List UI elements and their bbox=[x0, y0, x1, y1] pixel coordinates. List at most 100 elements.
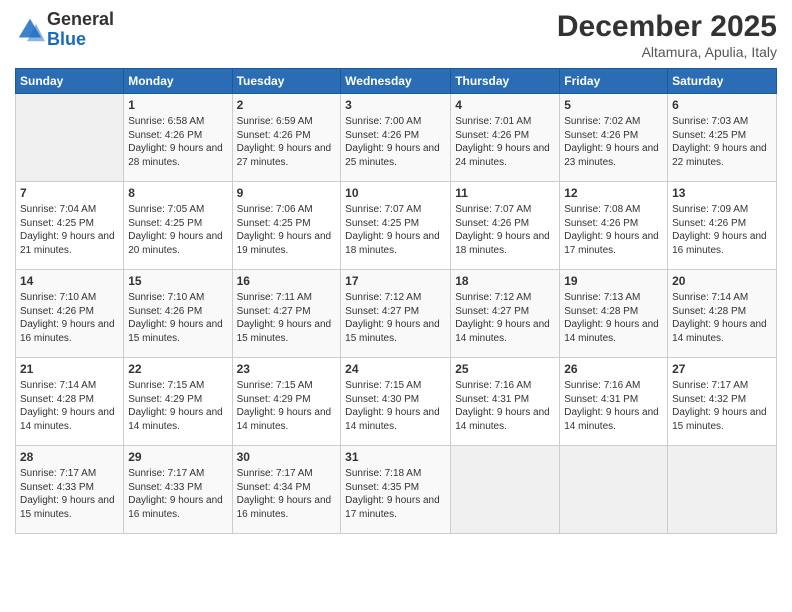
cell-content: Sunrise: 7:08 AMSunset: 4:26 PMDaylight:… bbox=[564, 203, 663, 257]
cell-content: Sunrise: 7:16 AMSunset: 4:31 PMDaylight:… bbox=[455, 379, 555, 433]
cell-content: Sunrise: 7:07 AMSunset: 4:26 PMDaylight:… bbox=[455, 203, 555, 257]
header-sunday: Sunday bbox=[16, 69, 124, 94]
day-number: 3 bbox=[345, 97, 446, 113]
calendar-cell: 15Sunrise: 7:10 AMSunset: 4:26 PMDayligh… bbox=[124, 270, 232, 358]
day-number: 4 bbox=[455, 97, 555, 113]
calendar-cell: 16 Sunrise: 7:11 AMSunset: 4:27 PMDayligh… bbox=[232, 270, 341, 358]
cell-content: Sunrise: 7:14 AMSunset: 4:28 PMDaylight:… bbox=[672, 291, 772, 345]
logo-general: General bbox=[47, 10, 114, 30]
calendar-cell: 6 Sunrise: 7:03 AMSunset: 4:25 PMDaylight… bbox=[668, 94, 777, 182]
cell-content: Sunrise: 7:02 AMSunset: 4:26 PMDaylight:… bbox=[564, 115, 663, 169]
calendar-cell: 17Sunrise: 7:12 AMSunset: 4:27 PMDayligh… bbox=[341, 270, 451, 358]
cell-content: Sunrise: 7:17 AMSunset: 4:33 PMDaylight:… bbox=[128, 467, 227, 521]
logo: General Blue bbox=[15, 10, 114, 50]
day-number: 21 bbox=[20, 361, 119, 377]
title-block: December 2025 Altamura, Apulia, Italy bbox=[557, 10, 777, 60]
day-number: 14 bbox=[20, 273, 119, 289]
calendar-cell: 9Sunrise: 7:06 AMSunset: 4:25 PMDaylight… bbox=[232, 182, 341, 270]
logo-blue: Blue bbox=[47, 30, 114, 50]
calendar-cell: 27 Sunrise: 7:17 AMSunset: 4:32 PMDayligh… bbox=[668, 358, 777, 446]
calendar-cell: 7Sunrise: 7:04 AMSunset: 4:25 PMDaylight… bbox=[16, 182, 124, 270]
cell-content: Sunrise: 7:17 AMSunset: 4:33 PMDaylight:… bbox=[20, 467, 119, 521]
calendar-cell: 19 Sunrise: 7:13 AMSunset: 4:28 PMDayligh… bbox=[560, 270, 668, 358]
calendar-cell: 30Sunrise: 7:17 AMSunset: 4:34 PMDayligh… bbox=[232, 446, 341, 534]
header-monday: Monday bbox=[124, 69, 232, 94]
calendar-cell: 5Sunrise: 7:02 AMSunset: 4:26 PMDaylight… bbox=[560, 94, 668, 182]
cell-content: Sunrise: 7:07 AMSunset: 4:25 PMDaylight:… bbox=[345, 203, 446, 257]
cell-content: Sunrise: 7:12 AMSunset: 4:27 PMDaylight:… bbox=[345, 291, 446, 345]
day-number: 29 bbox=[128, 449, 227, 465]
day-number: 28 bbox=[20, 449, 119, 465]
cell-content: Sunrise: 7:03 AMSunset: 4:25 PMDaylight:… bbox=[672, 115, 772, 169]
calendar-cell: 20Sunrise: 7:14 AMSunset: 4:28 PMDayligh… bbox=[668, 270, 777, 358]
cell-content: Sunrise: 6:58 AMSunset: 4:26 PMDaylight:… bbox=[128, 115, 227, 169]
cell-content: Sunrise: 7:14 AMSunset: 4:28 PMDaylight:… bbox=[20, 379, 119, 433]
calendar-week-0: 1Sunrise: 6:58 AMSunset: 4:26 PMDaylight… bbox=[16, 94, 777, 182]
day-number: 24 bbox=[345, 361, 446, 377]
calendar-week-2: 14 Sunrise: 7:10 AMSunset: 4:26 PMDayligh… bbox=[16, 270, 777, 358]
calendar-week-1: 7Sunrise: 7:04 AMSunset: 4:25 PMDaylight… bbox=[16, 182, 777, 270]
cell-content: Sunrise: 7:17 AMSunset: 4:32 PMDaylight:… bbox=[672, 379, 772, 433]
calendar-cell: 13 Sunrise: 7:09 AMSunset: 4:26 PMDayligh… bbox=[668, 182, 777, 270]
calendar-cell: 11Sunrise: 7:07 AMSunset: 4:26 PMDayligh… bbox=[451, 182, 560, 270]
calendar-cell: 25 Sunrise: 7:16 AMSunset: 4:31 PMDayligh… bbox=[451, 358, 560, 446]
calendar-cell: 31Sunrise: 7:18 AMSunset: 4:35 PMDayligh… bbox=[341, 446, 451, 534]
header-wednesday: Wednesday bbox=[341, 69, 451, 94]
header-tuesday: Tuesday bbox=[232, 69, 341, 94]
calendar-cell: 1Sunrise: 6:58 AMSunset: 4:26 PMDaylight… bbox=[124, 94, 232, 182]
day-number: 25 bbox=[455, 361, 555, 377]
day-number: 13 bbox=[672, 185, 772, 201]
calendar-cell: 21 Sunrise: 7:14 AMSunset: 4:28 PMDayligh… bbox=[16, 358, 124, 446]
header: General Blue December 2025 Altamura, Apu… bbox=[15, 10, 777, 60]
calendar-cell: 28 Sunrise: 7:17 AMSunset: 4:33 PMDayligh… bbox=[16, 446, 124, 534]
header-row: Sunday Monday Tuesday Wednesday Thursday… bbox=[16, 69, 777, 94]
calendar-cell: 8Sunrise: 7:05 AMSunset: 4:25 PMDaylight… bbox=[124, 182, 232, 270]
calendar-cell: 26Sunrise: 7:16 AMSunset: 4:31 PMDayligh… bbox=[560, 358, 668, 446]
cell-content: Sunrise: 7:01 AMSunset: 4:26 PMDaylight:… bbox=[455, 115, 555, 169]
calendar-cell bbox=[668, 446, 777, 534]
cell-content: Sunrise: 7:18 AMSunset: 4:35 PMDaylight:… bbox=[345, 467, 446, 521]
day-number: 23 bbox=[237, 361, 337, 377]
calendar-cell: 29 Sunrise: 7:17 AMSunset: 4:33 PMDayligh… bbox=[124, 446, 232, 534]
cell-content: Sunrise: 6:59 AMSunset: 4:26 PMDaylight:… bbox=[237, 115, 337, 169]
day-number: 27 bbox=[672, 361, 772, 377]
calendar-week-3: 21 Sunrise: 7:14 AMSunset: 4:28 PMDayligh… bbox=[16, 358, 777, 446]
header-thursday: Thursday bbox=[451, 69, 560, 94]
calendar-table: Sunday Monday Tuesday Wednesday Thursday… bbox=[15, 68, 777, 534]
day-number: 6 bbox=[672, 97, 772, 113]
page: General Blue December 2025 Altamura, Apu… bbox=[0, 0, 792, 612]
cell-content: Sunrise: 7:00 AMSunset: 4:26 PMDaylight:… bbox=[345, 115, 446, 169]
calendar-week-4: 28 Sunrise: 7:17 AMSunset: 4:33 PMDayligh… bbox=[16, 446, 777, 534]
calendar-cell: 24 Sunrise: 7:15 AMSunset: 4:30 PMDayligh… bbox=[341, 358, 451, 446]
calendar-cell: 14 Sunrise: 7:10 AMSunset: 4:26 PMDayligh… bbox=[16, 270, 124, 358]
header-friday: Friday bbox=[560, 69, 668, 94]
calendar-cell bbox=[16, 94, 124, 182]
cell-content: Sunrise: 7:15 AMSunset: 4:30 PMDaylight:… bbox=[345, 379, 446, 433]
day-number: 15 bbox=[128, 273, 227, 289]
day-number: 18 bbox=[455, 273, 555, 289]
calendar-cell: 10Sunrise: 7:07 AMSunset: 4:25 PMDayligh… bbox=[341, 182, 451, 270]
logo-icon bbox=[15, 15, 45, 45]
calendar-cell: 23 Sunrise: 7:15 AMSunset: 4:29 PMDayligh… bbox=[232, 358, 341, 446]
calendar-body: 1Sunrise: 6:58 AMSunset: 4:26 PMDaylight… bbox=[16, 94, 777, 534]
cell-content: Sunrise: 7:15 AMSunset: 4:29 PMDaylight:… bbox=[237, 379, 337, 433]
cell-content: Sunrise: 7:12 AMSunset: 4:27 PMDaylight:… bbox=[455, 291, 555, 345]
cell-content: Sunrise: 7:09 AMSunset: 4:26 PMDaylight:… bbox=[672, 203, 772, 257]
calendar-cell: 22Sunrise: 7:15 AMSunset: 4:29 PMDayligh… bbox=[124, 358, 232, 446]
header-saturday: Saturday bbox=[668, 69, 777, 94]
cell-content: Sunrise: 7:13 AMSunset: 4:28 PMDaylight:… bbox=[564, 291, 663, 345]
day-number: 26 bbox=[564, 361, 663, 377]
cell-content: Sunrise: 7:06 AMSunset: 4:25 PMDaylight:… bbox=[237, 203, 337, 257]
cell-content: Sunrise: 7:11 AMSunset: 4:27 PMDaylight:… bbox=[237, 291, 337, 345]
day-number: 7 bbox=[20, 185, 119, 201]
calendar-cell: 12Sunrise: 7:08 AMSunset: 4:26 PMDayligh… bbox=[560, 182, 668, 270]
calendar-cell bbox=[451, 446, 560, 534]
calendar-cell bbox=[560, 446, 668, 534]
day-number: 19 bbox=[564, 273, 663, 289]
calendar-cell: 4 Sunrise: 7:01 AMSunset: 4:26 PMDaylight… bbox=[451, 94, 560, 182]
day-number: 8 bbox=[128, 185, 227, 201]
calendar-header: Sunday Monday Tuesday Wednesday Thursday… bbox=[16, 69, 777, 94]
calendar-cell: 18 Sunrise: 7:12 AMSunset: 4:27 PMDayligh… bbox=[451, 270, 560, 358]
cell-content: Sunrise: 7:10 AMSunset: 4:26 PMDaylight:… bbox=[20, 291, 119, 345]
day-number: 16 bbox=[237, 273, 337, 289]
